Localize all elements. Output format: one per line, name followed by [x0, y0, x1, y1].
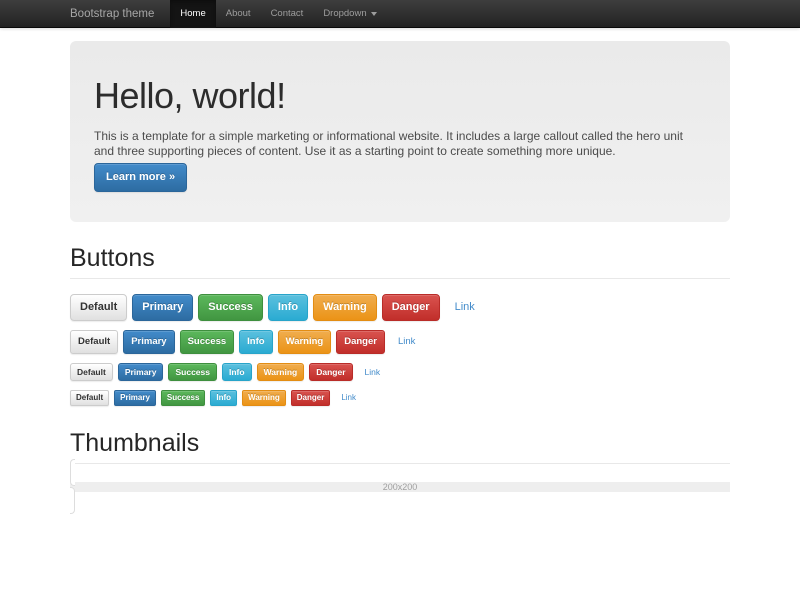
button-warning-lg[interactable]: Warning: [313, 294, 377, 321]
navbar: Bootstrap theme Home About Contact Dropd…: [0, 0, 800, 28]
hero-description: This is a template for a simple marketin…: [94, 129, 702, 159]
button-primary-lg[interactable]: Primary: [132, 294, 193, 321]
thumbnails-section-header: Thumbnails: [70, 430, 730, 464]
button-info-xs[interactable]: Info: [210, 390, 237, 406]
buttons-section: Buttons DefaultPrimarySuccessInfoWarning…: [70, 245, 730, 407]
learn-more-button[interactable]: Learn more »: [94, 163, 187, 192]
button-link-xs[interactable]: Link: [335, 390, 362, 406]
button-info-sm[interactable]: Info: [222, 363, 252, 382]
nav-item-home[interactable]: Home: [170, 0, 215, 28]
hero-title: Hello, world!: [94, 77, 706, 115]
navbar-brand[interactable]: Bootstrap theme: [70, 0, 154, 27]
buttons-section-header: Buttons: [70, 245, 730, 279]
button-link-sm[interactable]: Link: [358, 363, 388, 382]
button-danger-sm[interactable]: Danger: [309, 363, 352, 382]
button-default-lg[interactable]: Default: [70, 294, 127, 321]
button-default-xs[interactable]: Default: [70, 390, 109, 406]
nav-item-contact[interactable]: Contact: [261, 0, 314, 28]
buttons-section-title: Buttons: [70, 245, 730, 272]
button-warning-xs[interactable]: Warning: [242, 390, 286, 406]
button-info-lg[interactable]: Info: [268, 294, 308, 321]
caret-down-icon: [371, 12, 377, 16]
button-rows: DefaultPrimarySuccessInfoWarningDangerLi…: [70, 294, 730, 407]
nav-item-dropdown-label: Dropdown: [323, 0, 366, 28]
thumbnails-section-title: Thumbnails: [70, 430, 730, 457]
hero-unit: Hello, world! This is a template for a s…: [70, 41, 730, 222]
button-success-xs[interactable]: Success: [161, 390, 205, 406]
button-danger-md[interactable]: Danger: [336, 330, 385, 354]
button-default-sm[interactable]: Default: [70, 363, 113, 382]
button-warning-md[interactable]: Warning: [278, 330, 332, 354]
button-row-xs: Default Primary Success Info Warning DangerLi…: [70, 389, 730, 407]
button-success-lg[interactable]: Success: [198, 294, 263, 321]
button-success-sm[interactable]: Success: [168, 363, 217, 382]
nav-item-dropdown[interactable]: Dropdown: [313, 0, 386, 28]
button-row-md: DefaultPrimarySuccessInfoWarningDangerLi…: [70, 330, 730, 354]
button-warning-sm[interactable]: Warning: [257, 363, 305, 382]
button-danger-xs[interactable]: Danger: [291, 390, 331, 406]
button-info-md[interactable]: Info: [239, 330, 272, 354]
button-link-lg[interactable]: Link: [445, 294, 485, 321]
button-primary-md[interactable]: Primary: [123, 330, 174, 354]
button-row-lg: DefaultPrimarySuccessInfoWarningDangerLi…: [70, 294, 730, 321]
thumbnails-section: Thumbnails 200x200: [70, 430, 730, 510]
thumbnail-item[interactable]: 200x200: [70, 459, 730, 514]
button-success-md[interactable]: Success: [180, 330, 235, 354]
nav-item-about[interactable]: About: [216, 0, 261, 28]
button-row-sm: Default PrimarySuccess Info WarningDanger Li…: [70, 363, 730, 382]
button-primary-sm[interactable]: Primary: [118, 363, 164, 382]
navbar-nav: Home About Contact Dropdown: [170, 0, 386, 27]
button-danger-lg[interactable]: Danger: [382, 294, 440, 321]
thumbnail-placeholder-image: 200x200: [70, 482, 730, 492]
button-link-md[interactable]: Link: [390, 330, 423, 354]
button-primary-xs[interactable]: Primary: [114, 390, 156, 406]
button-default-md[interactable]: Default: [70, 330, 118, 354]
